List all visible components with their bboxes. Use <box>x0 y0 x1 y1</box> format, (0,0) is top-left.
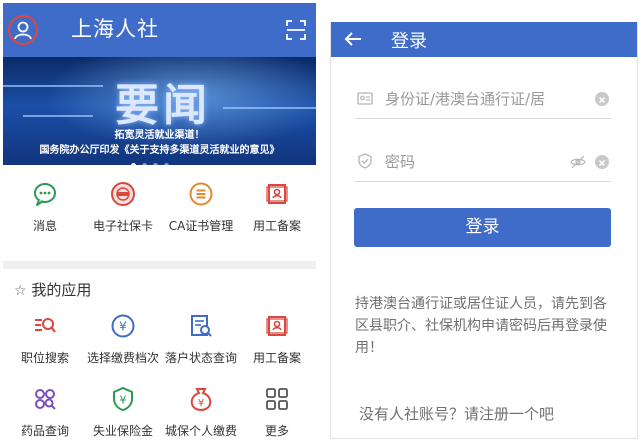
id-card-icon <box>357 92 373 105</box>
star-icon: ☆ <box>14 283 27 299</box>
employment-record-icon <box>266 316 288 336</box>
app-label: 城保个人缴费 <box>164 424 237 438</box>
app-label: 失业保险金 <box>92 424 153 438</box>
password-field[interactable]: 密码 <box>355 145 611 182</box>
quick-item-label: 电子社保卡 <box>92 219 153 233</box>
login-screen: 登录 身份证/港澳台通行证/居 密码 登录 持港澳台通行证或居住证人员，请先到各… <box>330 22 638 439</box>
message-icon <box>34 183 56 206</box>
quick-item-label: 消息 <box>32 219 57 233</box>
home-header: 上海人社 <box>3 3 316 57</box>
password-visibility-toggle[interactable] <box>570 154 586 170</box>
app-household-status[interactable]: 落户状态查询 <box>162 313 240 365</box>
quick-item-social-card[interactable]: 电子社保卡 <box>84 181 162 233</box>
app-more[interactable]: 更多 <box>238 386 316 438</box>
medicine-search-icon <box>35 389 56 410</box>
scan-icon <box>286 20 306 40</box>
ca-certificate-icon <box>189 182 213 206</box>
app-label: 选择缴费档次 <box>86 351 159 365</box>
app-medicine-search[interactable]: 药品查询 <box>6 386 84 438</box>
app-unemployment-insurance[interactable]: ¥ 失业保险金 <box>84 386 162 438</box>
id-number-placeholder: 身份证/港澳台通行证/居 <box>385 90 546 108</box>
my-apps-title: 我的应用 <box>31 281 92 299</box>
profile-button[interactable] <box>8 15 38 45</box>
section-divider <box>3 261 316 269</box>
quick-item-label: 用工备案 <box>252 219 301 233</box>
app-job-search[interactable]: 职位搜索 <box>6 313 84 365</box>
id-number-field[interactable]: 身份证/港澳台通行证/居 <box>355 82 611 119</box>
svg-text:¥: ¥ <box>120 394 127 407</box>
login-title: 登录 <box>391 31 427 52</box>
app-payment-level[interactable]: ¥ 选择缴费档次 <box>84 313 162 365</box>
personal-payment-icon: ¥ <box>190 388 212 412</box>
my-apps-header: ☆ 我的应用 <box>14 279 91 300</box>
app-label: 职位搜索 <box>20 351 69 365</box>
app-label: 药品查询 <box>20 424 69 438</box>
app-label: 落户状态查询 <box>164 351 237 365</box>
register-link[interactable]: 没有人社账号？请注册一个吧 <box>359 403 554 424</box>
unemployment-insurance-icon: ¥ <box>113 386 133 412</box>
quick-item-employment-record[interactable]: 用工备案 <box>238 181 316 233</box>
carousel-dots <box>131 153 175 165</box>
social-security-card-icon <box>111 182 135 206</box>
back-arrow-icon <box>344 32 361 46</box>
quick-item-ca-cert[interactable]: CA证书管理 <box>162 181 240 233</box>
svg-text:¥: ¥ <box>119 320 127 334</box>
back-button[interactable] <box>343 28 365 50</box>
home-screen: 上海人社 要闻 拓宽灵活就业渠道！ 国务院办公厅印发《关于支持多渠道灵活就业的意… <box>3 3 316 440</box>
clear-icon[interactable] <box>595 155 609 169</box>
quick-item-message[interactable]: 消息 <box>6 181 84 233</box>
user-icon <box>14 21 32 40</box>
password-placeholder: 密码 <box>385 153 416 171</box>
svg-text:¥: ¥ <box>198 398 204 409</box>
app-label: 用工备案 <box>252 351 301 365</box>
app-employment-record[interactable]: 用工备案 <box>238 313 316 365</box>
eye-off-icon <box>570 155 586 169</box>
employment-record-icon <box>266 184 288 204</box>
login-header: 登录 <box>331 22 637 57</box>
news-banner[interactable]: 要闻 拓宽灵活就业渠道！ 国务院办公厅印发《关于支持多渠道灵活就业的意见》 <box>3 57 316 165</box>
shield-check-icon <box>358 153 372 169</box>
quick-item-label: CA证书管理 <box>168 219 234 233</box>
banner-caption: 拓宽灵活就业渠道！ <box>114 130 205 141</box>
login-button[interactable]: 登录 <box>354 208 611 247</box>
payment-level-icon: ¥ <box>111 314 135 338</box>
app-title: 上海人社 <box>71 17 159 41</box>
job-search-icon <box>35 318 56 333</box>
more-grid-icon <box>266 388 288 410</box>
app-personal-payment[interactable]: ¥ 城保个人缴费 <box>162 386 240 438</box>
clear-icon[interactable] <box>595 92 609 106</box>
banner-headline: 要闻 <box>115 80 211 131</box>
app-label: 更多 <box>264 424 289 438</box>
scan-button[interactable] <box>285 19 307 41</box>
login-hint: 持港澳台通行证或居住证人员，请先到各区县职介、社保机构申请密码后再登录使用！ <box>355 296 607 356</box>
household-status-icon <box>191 315 212 337</box>
